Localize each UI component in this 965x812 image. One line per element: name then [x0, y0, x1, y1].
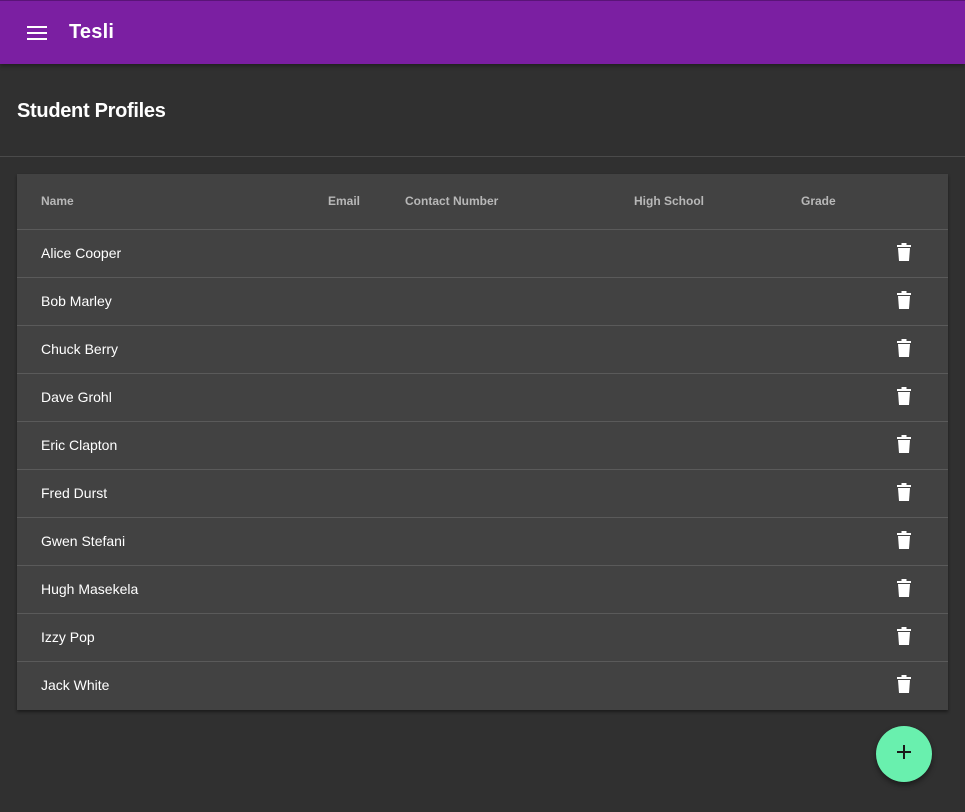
delete-icon: [897, 434, 911, 458]
table-row[interactable]: Alice Cooper: [17, 230, 948, 278]
student-name: Bob Marley: [41, 293, 112, 309]
table-row[interactable]: Bob Marley: [17, 278, 948, 326]
add-student-button[interactable]: [876, 726, 932, 782]
delete-button[interactable]: [888, 529, 920, 555]
delete-icon: [897, 626, 911, 650]
delete-button[interactable]: [888, 337, 920, 363]
plus-icon: [897, 744, 911, 764]
delete-icon: [897, 578, 911, 602]
page-header: Student Profiles: [0, 64, 965, 157]
delete-button[interactable]: [888, 577, 920, 603]
table-row[interactable]: Fred Durst: [17, 470, 948, 518]
delete-icon: [897, 530, 911, 554]
column-header-grade[interactable]: Grade: [801, 194, 836, 208]
table-row[interactable]: Gwen Stefani: [17, 518, 948, 566]
student-name: Jack White: [41, 677, 110, 693]
delete-icon: [897, 338, 911, 362]
delete-icon: [897, 386, 911, 410]
delete-button[interactable]: [888, 385, 920, 411]
student-name: Hugh Masekela: [41, 581, 139, 597]
student-name: Alice Cooper: [41, 245, 122, 261]
student-name: Gwen Stefani: [41, 533, 126, 549]
delete-icon: [897, 242, 911, 266]
column-header-contact-number[interactable]: Contact Number: [405, 194, 498, 208]
column-header-name[interactable]: Name: [41, 194, 74, 208]
page-title: Student Profiles: [17, 100, 166, 122]
table-row[interactable]: Dave Grohl: [17, 374, 948, 422]
delete-button[interactable]: [888, 673, 920, 699]
app-title: Tesli: [69, 21, 115, 43]
menu-icon: [27, 25, 47, 40]
delete-button[interactable]: [888, 433, 920, 459]
student-name: Chuck Berry: [41, 341, 119, 357]
delete-icon: [897, 674, 911, 698]
delete-button[interactable]: [888, 289, 920, 315]
app-bar: Tesli: [0, 0, 965, 64]
table-row[interactable]: Hugh Masekela: [17, 566, 948, 614]
table-row[interactable]: Chuck Berry: [17, 326, 948, 374]
delete-icon: [897, 482, 911, 506]
student-name: Fred Durst: [41, 485, 108, 501]
table-header: Name Email Contact Number High School Gr…: [17, 174, 948, 230]
student-name: Izzy Pop: [41, 629, 95, 645]
table-row[interactable]: Jack White: [17, 662, 948, 710]
student-name: Dave Grohl: [41, 389, 112, 405]
menu-button[interactable]: [17, 13, 57, 53]
delete-button[interactable]: [888, 625, 920, 651]
delete-button[interactable]: [888, 481, 920, 507]
delete-button[interactable]: [888, 241, 920, 267]
table-row[interactable]: Izzy Pop: [17, 614, 948, 662]
column-header-high-school[interactable]: High School: [634, 194, 704, 208]
table-body: Alice Cooper Bob Marley Chuck Berry Dave Gr…: [17, 230, 948, 710]
table-row[interactable]: Eric Clapton: [17, 422, 948, 470]
delete-icon: [897, 290, 911, 314]
student-name: Eric Clapton: [41, 437, 118, 453]
column-header-email[interactable]: Email: [328, 194, 360, 208]
student-table: Name Email Contact Number High School Gr…: [17, 174, 948, 710]
